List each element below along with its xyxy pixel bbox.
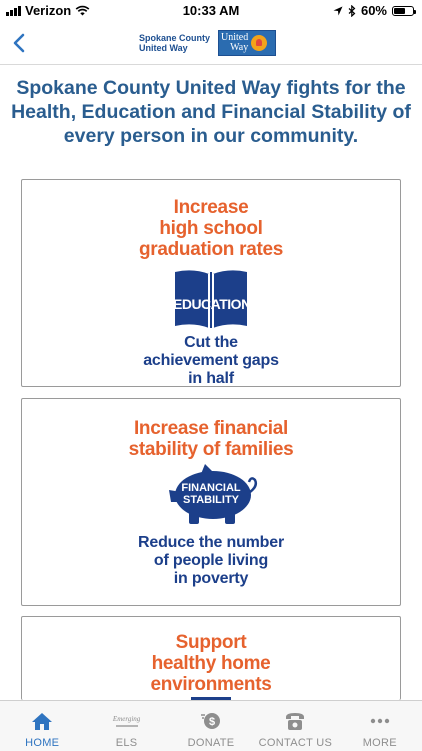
financial-emblem-text: FINANCIAL STABILITY [169,482,253,506]
financial-impact-line2: of people living [153,552,269,569]
financial-emblem-line1: FINANCIAL [181,482,241,494]
united-way-logo: United Way [218,30,277,56]
healthy-home-card[interactable]: Support healthy home environments [21,616,401,700]
brand-header: Spokane County United Way United Way [139,30,277,56]
battery-fill [394,7,405,14]
financial-goal: Increase financial stability of families [22,418,400,460]
financial-goal-line1: Increase financial [133,418,289,439]
education-goal-line1: Increase [173,197,249,218]
battery-icon [392,5,416,16]
mission-headline: Spokane County United Way fights for the… [11,77,411,147]
emerging-leaders-icon: Emerging [113,711,140,731]
tab-home-label: HOME [25,737,60,749]
tab-contact-us[interactable]: CONTACT US [253,701,337,751]
financial-goal-line2: stability of families [128,439,294,460]
education-goal-line3: graduation rates [138,239,284,260]
financial-emblem-line2: STABILITY [182,494,239,506]
more-icon [369,711,391,731]
org-name-line2: United Way [139,43,188,53]
navigation-bar: Spokane County United Way United Way [0,22,422,65]
els-icon-text: Emerging [112,715,141,723]
tab-bar: HOME Emerging ELS $ DONATE CONTACT US MO… [0,700,422,751]
healthy-home-goal-line2: healthy home [151,653,271,674]
education-goal: Increase high school graduation rates [22,197,400,260]
logo-text-line2: Way [230,42,249,53]
els-icon-underline [115,725,138,727]
tab-more-label: MORE [362,737,397,749]
status-bar: Verizon 10:33 AM 60% [0,0,422,22]
education-impact-line1: Cut the [184,334,238,351]
financial-impact-line3: in poverty [173,570,249,587]
location-arrow-icon [333,6,343,15]
tab-more[interactable]: MORE [338,701,422,751]
healthy-home-goal: Support healthy home environments [22,632,400,695]
healthy-home-goal-line3: environments [150,674,272,695]
education-impact-line2: achievement gaps [143,352,279,369]
tab-home[interactable]: HOME [0,701,84,751]
tab-contact-us-label: CONTACT US [258,737,333,749]
org-name-line1: Spokane County [139,33,211,43]
battery-percent: 60% [360,3,387,18]
bluetooth-icon [348,4,356,17]
education-goal-line2: high school [159,218,263,239]
status-right: 60% [333,3,416,18]
financial-impact: Reduce the number of people living in po… [22,534,400,588]
logo-hand-icon [251,35,268,51]
piggy-bank-icon: FINANCIAL STABILITY [161,462,261,528]
phone-icon [284,711,306,731]
financial-stability-card[interactable]: Increase financial stability of families… [21,398,401,606]
org-name: Spokane County United Way [139,33,210,53]
tab-donate-label: DONATE [187,737,235,749]
logo-text: United Way [221,33,248,53]
tab-els-label: ELS [115,737,138,749]
education-impact: Cut the achievement gaps in half [22,334,400,388]
education-book-icon: EDUCATION [173,268,251,330]
svg-text:$: $ [209,716,215,728]
back-chevron-icon[interactable] [8,30,32,56]
education-card[interactable]: Increase high school graduation rates ED… [21,179,401,387]
tab-els[interactable]: Emerging ELS [84,701,168,751]
financial-impact-line1: Reduce the number [138,534,284,551]
tab-donate[interactable]: $ DONATE [169,701,253,751]
home-icon [31,711,53,731]
donate-icon: $ [200,711,222,731]
education-impact-line3: in half [188,370,234,387]
healthy-home-goal-line1: Support [175,632,247,653]
education-emblem-text: EDUCATION [173,296,251,312]
